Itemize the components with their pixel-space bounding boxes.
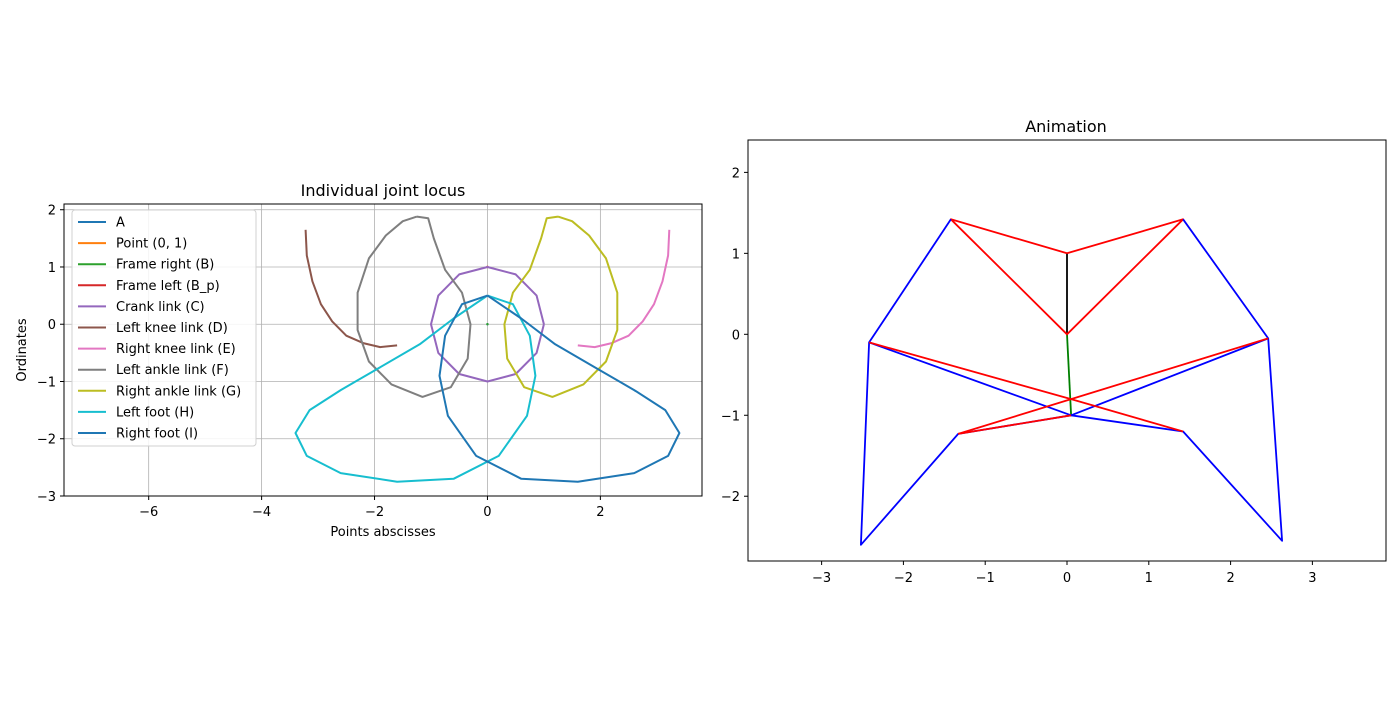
legend-label: Frame right (B) [116, 258, 214, 273]
x-tick-label: −3 [812, 571, 831, 586]
legend-label: Frame left (B_p) [116, 279, 220, 294]
y-tick-label: 2 [48, 204, 56, 219]
locus-title: Individual joint locus [301, 181, 466, 200]
y-tick-label: −2 [721, 490, 740, 505]
y-tick-label: 1 [48, 261, 56, 276]
legend-label: Left knee link (D) [116, 321, 228, 336]
y-tick-label: −3 [37, 490, 56, 505]
x-tick-label: −4 [252, 505, 271, 520]
y-tick-label: −1 [37, 375, 56, 390]
x-tick-label: −2 [894, 571, 913, 586]
figure-canvas: Individual joint locus −6 −4 −2 0 2 −3 −2 −1 0 1 2… [0, 0, 1400, 700]
legend-label: Point (0, 1) [116, 237, 187, 252]
legend-label: Right foot (I) [116, 427, 198, 442]
x-tick-label: −1 [976, 571, 995, 586]
x-tick-label: −6 [139, 505, 158, 520]
y-tick-label: 1 [732, 247, 740, 262]
y-tick-label: −1 [721, 409, 740, 424]
y-tick-label: 0 [732, 328, 740, 343]
y-tick-label: −2 [37, 433, 56, 448]
legend-label: Right knee link (E) [116, 342, 236, 357]
y-tick-label: 0 [48, 318, 56, 333]
legend-label: A [116, 216, 125, 231]
x-tick-label: 2 [1226, 571, 1234, 586]
x-tick-label: 0 [483, 505, 491, 520]
x-tick-label: 2 [596, 505, 604, 520]
y-tick-label: 2 [732, 166, 740, 181]
legend-label: Left foot (H) [116, 405, 194, 420]
x-tick-label: −2 [365, 505, 384, 520]
legend-label: Right ankle link (G) [116, 384, 241, 399]
locus-legend: A Point (0, 1) Frame right (B) Frame left (… [71, 209, 257, 447]
x-tick-label: 0 [1063, 571, 1071, 586]
locus-ylabel: Ordinates [15, 318, 30, 382]
x-tick-label: 1 [1145, 571, 1153, 586]
locus-xlabel: Points abscisses [330, 525, 435, 540]
legend-label: Crank link (C) [116, 300, 205, 315]
animation-title: Animation [1025, 117, 1107, 136]
x-tick-label: 3 [1308, 571, 1316, 586]
series-point [486, 323, 489, 326]
legend-label: Left ankle link (F) [116, 363, 229, 378]
